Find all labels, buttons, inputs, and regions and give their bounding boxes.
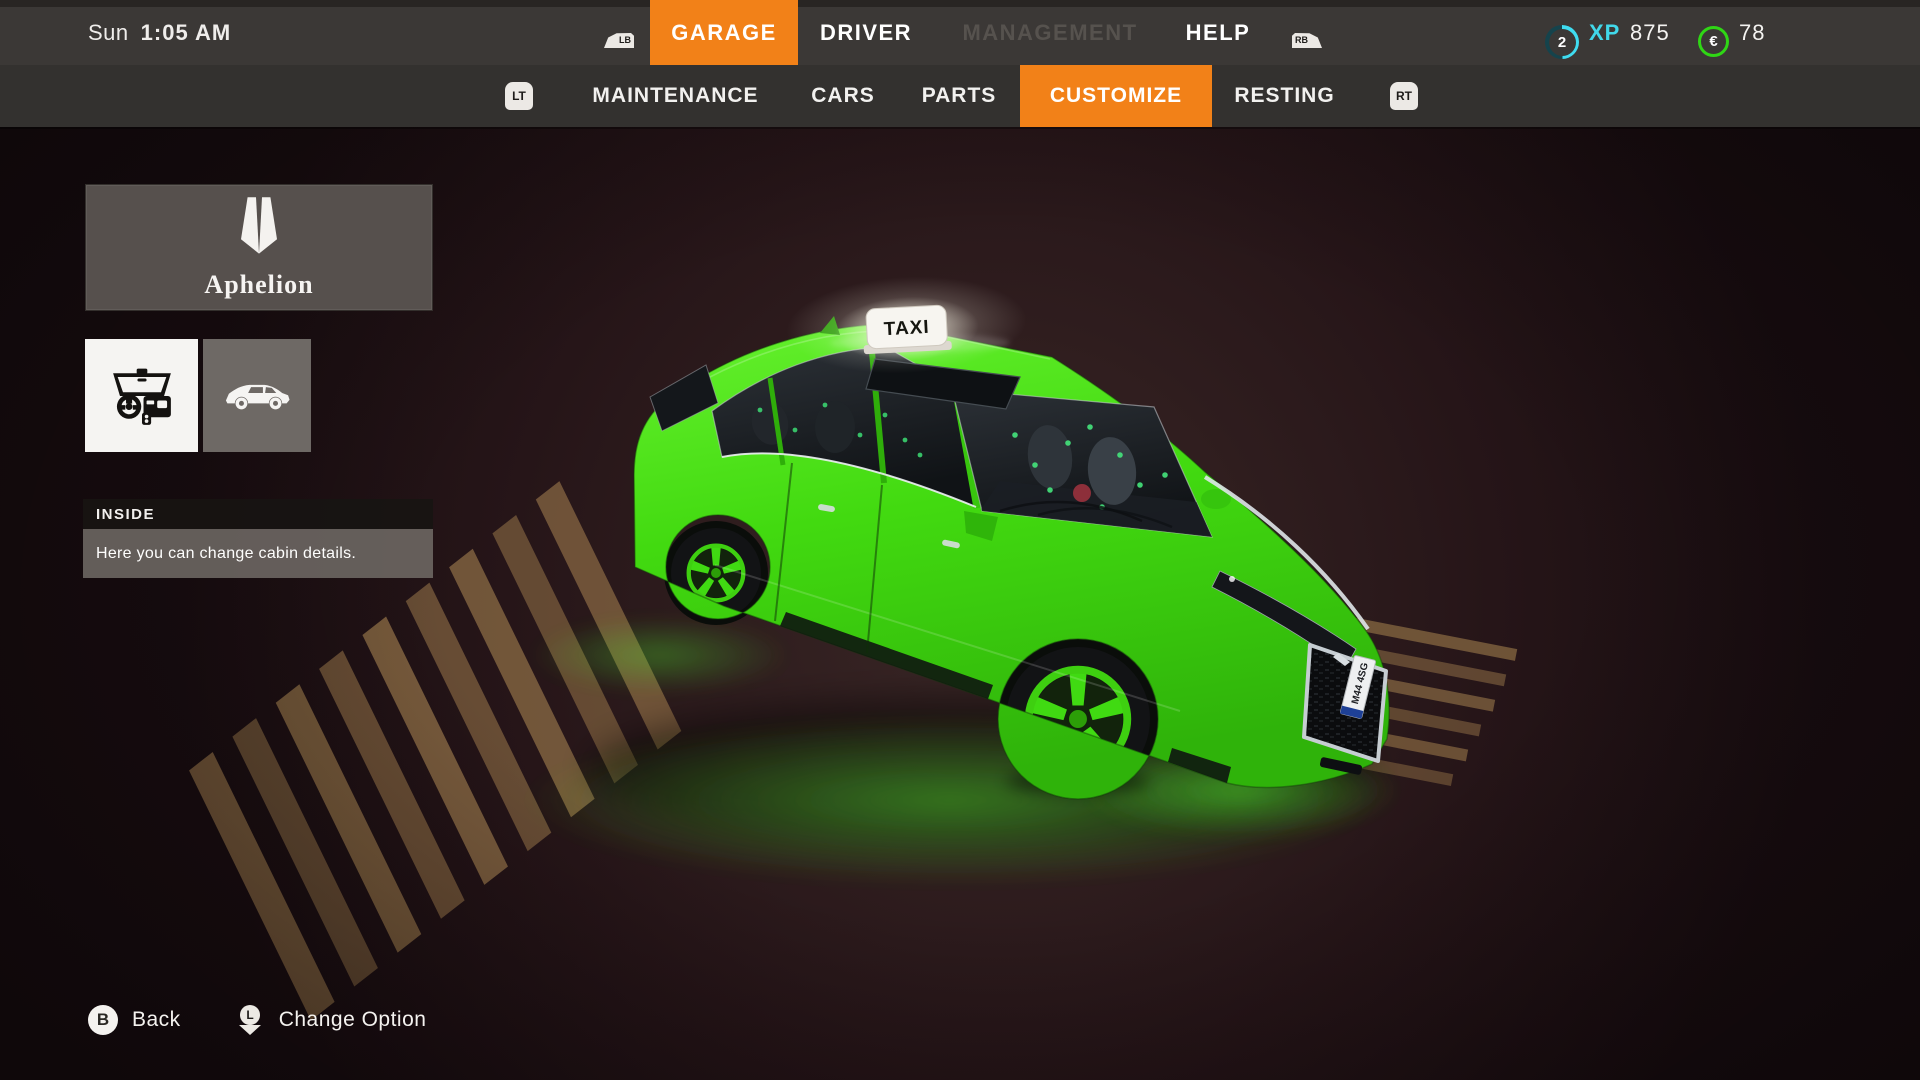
section-description: Here you can change cabin details. (83, 529, 433, 578)
svg-text:L: L (246, 1008, 253, 1022)
tab-parts[interactable]: PARTS (908, 65, 1010, 127)
tab-driver[interactable]: DRIVER (806, 0, 926, 65)
game-time: Sun 1:05 AM (88, 0, 231, 65)
b-button-icon[interactable]: B (88, 1005, 118, 1035)
option-exterior-view[interactable] (203, 339, 311, 452)
day-label: Sun (88, 20, 129, 46)
rb-button-icon[interactable]: RB (1292, 33, 1322, 48)
clock-label: 1:05 AM (141, 20, 232, 46)
brand-logo-icon (229, 196, 289, 268)
tab-help[interactable]: HELP (1170, 0, 1266, 65)
tab-management: MANAGEMENT (950, 0, 1150, 65)
dashboard-icon (104, 358, 180, 434)
xp-label: XP (1589, 0, 1620, 65)
car-side-icon (220, 359, 294, 433)
tab-cars[interactable]: CARS (793, 65, 893, 127)
top-bar: Sun 1:05 AM LB GARAGE DRIVER MANAGEMENT … (0, 0, 1920, 65)
garage-sub-bar: LT MAINTENANCE CARS PARTS CUSTOMIZE REST… (0, 65, 1920, 127)
tab-maintenance[interactable]: MAINTENANCE (588, 65, 763, 127)
change-option-hint-label: Change Option (279, 1008, 427, 1032)
brand-name: Aphelion (204, 270, 313, 300)
svg-text:TAXI: TAXI (883, 317, 930, 340)
rt-button-icon[interactable]: RT (1390, 82, 1418, 110)
tab-garage[interactable]: GARAGE (650, 0, 798, 65)
xp-level-ring: 2 (1545, 25, 1579, 59)
currency-icon: € (1698, 26, 1729, 57)
section-title: INSIDE (83, 499, 433, 529)
money-value: 78 (1739, 0, 1765, 65)
brand-card: Aphelion (85, 184, 433, 311)
controller-hints: B Back L Change Option (88, 1002, 466, 1038)
option-interior-view[interactable] (85, 339, 198, 452)
left-stick-icon[interactable]: L (235, 1003, 265, 1037)
tab-customize[interactable]: CUSTOMIZE (1020, 65, 1212, 127)
back-hint-label: Back (132, 1008, 181, 1032)
xp-value: 875 (1630, 0, 1670, 65)
lb-button-icon[interactable]: LB (604, 33, 634, 48)
xp-level: 2 (1549, 29, 1576, 56)
tab-resting[interactable]: RESTING (1222, 65, 1347, 127)
game-screen: M44 4SG TAXI Sun 1:05 AM LB GARAGE (0, 0, 1920, 1080)
lt-button-icon[interactable]: LT (505, 82, 533, 110)
